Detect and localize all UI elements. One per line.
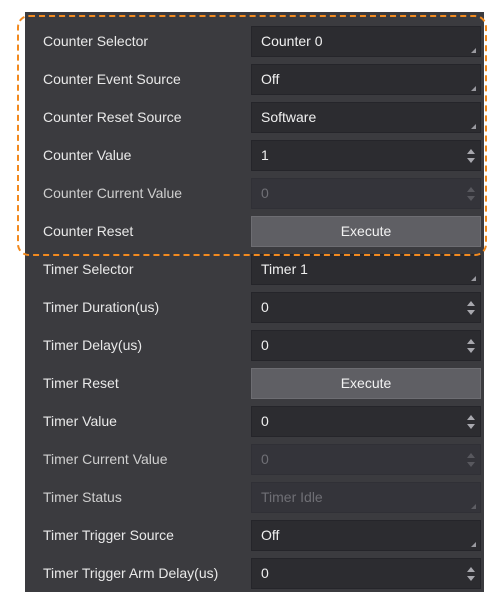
spinner-arrows-icon <box>467 187 475 203</box>
spin-down-icon[interactable] <box>467 310 475 315</box>
timer-status-dropdown: Timer Idle <box>251 482 481 513</box>
row-counter-reset: Counter Reset Execute <box>25 212 484 250</box>
timer-delay-spinner[interactable]: 0 <box>251 330 481 361</box>
row-label: Counter Reset Source <box>43 109 182 125</box>
spin-up-icon <box>467 453 475 458</box>
row-label: Counter Event Source <box>43 71 181 87</box>
dropdown-corner-icon <box>471 48 476 53</box>
row-counter-selector: Counter Selector Counter 0 <box>25 22 484 60</box>
counter-reset-source-dropdown[interactable]: Software <box>251 102 481 133</box>
dropdown-corner-icon <box>471 124 476 129</box>
row-label: Timer Reset <box>43 375 119 391</box>
spin-up-icon <box>467 187 475 192</box>
spinner-arrows-icon <box>467 453 475 469</box>
counter-current-value-spinner: 0 <box>251 178 481 209</box>
row-label: Timer Delay(us) <box>43 337 143 353</box>
row-label: Timer Trigger Source <box>43 527 174 543</box>
timer-reset-execute-button[interactable]: Execute <box>251 368 481 399</box>
row-label: Counter Reset <box>43 223 134 239</box>
spin-down-icon[interactable] <box>467 424 475 429</box>
row-timer-trigger-arm-delay: Timer Trigger Arm Delay(us) 0 <box>25 554 484 592</box>
timer-selector-dropdown[interactable]: Timer 1 <box>251 254 481 285</box>
row-counter-event-source: Counter Event Source Off <box>25 60 484 98</box>
dropdown-corner-icon <box>471 542 476 547</box>
row-timer-reset: Timer Reset Execute <box>25 364 484 402</box>
timer-trigger-source-dropdown[interactable]: Off <box>251 520 481 551</box>
field-value: Software <box>261 109 317 125</box>
field-value: 0 <box>261 337 269 353</box>
spin-down-icon <box>467 462 475 467</box>
spinner-arrows-icon[interactable] <box>467 339 475 355</box>
spin-up-icon[interactable] <box>467 339 475 344</box>
row-label: Timer Selector <box>43 261 134 277</box>
dropdown-corner-icon <box>471 276 476 281</box>
spin-down-icon[interactable] <box>467 348 475 353</box>
spinner-arrows-icon[interactable] <box>467 567 475 583</box>
row-label: Timer Duration(us) <box>43 299 160 315</box>
field-value: 0 <box>261 451 269 467</box>
row-timer-trigger-source: Timer Trigger Source Off <box>25 516 484 554</box>
field-value: Timer 1 <box>261 261 308 277</box>
properties-panel: Counter Selector Counter 0 Counter Event… <box>25 12 484 592</box>
timer-value-spinner[interactable]: 0 <box>251 406 481 437</box>
field-value: 0 <box>261 413 269 429</box>
row-label: Timer Trigger Arm Delay(us) <box>43 565 219 581</box>
timer-current-value-spinner: 0 <box>251 444 481 475</box>
row-counter-current-value: Counter Current Value 0 <box>25 174 484 212</box>
field-value: Timer Idle <box>261 489 323 505</box>
counter-reset-execute-button[interactable]: Execute <box>251 216 481 247</box>
timer-trigger-arm-delay-spinner[interactable]: 0 <box>251 558 481 589</box>
row-timer-delay: Timer Delay(us) 0 <box>25 326 484 364</box>
field-value: 1 <box>261 147 269 163</box>
spin-down-icon <box>467 196 475 201</box>
counter-value-spinner[interactable]: 1 <box>251 140 481 171</box>
field-value: 0 <box>261 185 269 201</box>
dropdown-corner-icon <box>471 504 476 509</box>
dropdown-corner-icon <box>471 86 476 91</box>
row-label: Timer Status <box>43 489 122 505</box>
row-timer-current-value: Timer Current Value 0 <box>25 440 484 478</box>
spin-up-icon[interactable] <box>467 567 475 572</box>
row-label: Timer Value <box>43 413 117 429</box>
row-timer-selector: Timer Selector Timer 1 <box>25 250 484 288</box>
row-counter-reset-source: Counter Reset Source Software <box>25 98 484 136</box>
field-value: 0 <box>261 299 269 315</box>
spinner-arrows-icon[interactable] <box>467 149 475 165</box>
field-value: 0 <box>261 565 269 581</box>
row-timer-duration: Timer Duration(us) 0 <box>25 288 484 326</box>
row-label: Counter Current Value <box>43 185 183 201</box>
row-label: Counter Selector <box>43 33 149 49</box>
spin-up-icon[interactable] <box>467 149 475 154</box>
row-label: Counter Value <box>43 147 132 163</box>
spinner-arrows-icon[interactable] <box>467 415 475 431</box>
row-timer-value: Timer Value 0 <box>25 402 484 440</box>
timer-duration-spinner[interactable]: 0 <box>251 292 481 323</box>
field-value: Counter 0 <box>261 33 323 49</box>
spin-down-icon[interactable] <box>467 158 475 163</box>
counter-event-source-dropdown[interactable]: Off <box>251 64 481 95</box>
spin-down-icon[interactable] <box>467 576 475 581</box>
spin-up-icon[interactable] <box>467 415 475 420</box>
field-value: Off <box>261 71 280 87</box>
field-value: Off <box>261 527 280 543</box>
spinner-arrows-icon[interactable] <box>467 301 475 317</box>
row-timer-status: Timer Status Timer Idle <box>25 478 484 516</box>
counter-selector-dropdown[interactable]: Counter 0 <box>251 26 481 57</box>
spin-up-icon[interactable] <box>467 301 475 306</box>
row-label: Timer Current Value <box>43 451 168 467</box>
row-counter-value: Counter Value 1 <box>25 136 484 174</box>
